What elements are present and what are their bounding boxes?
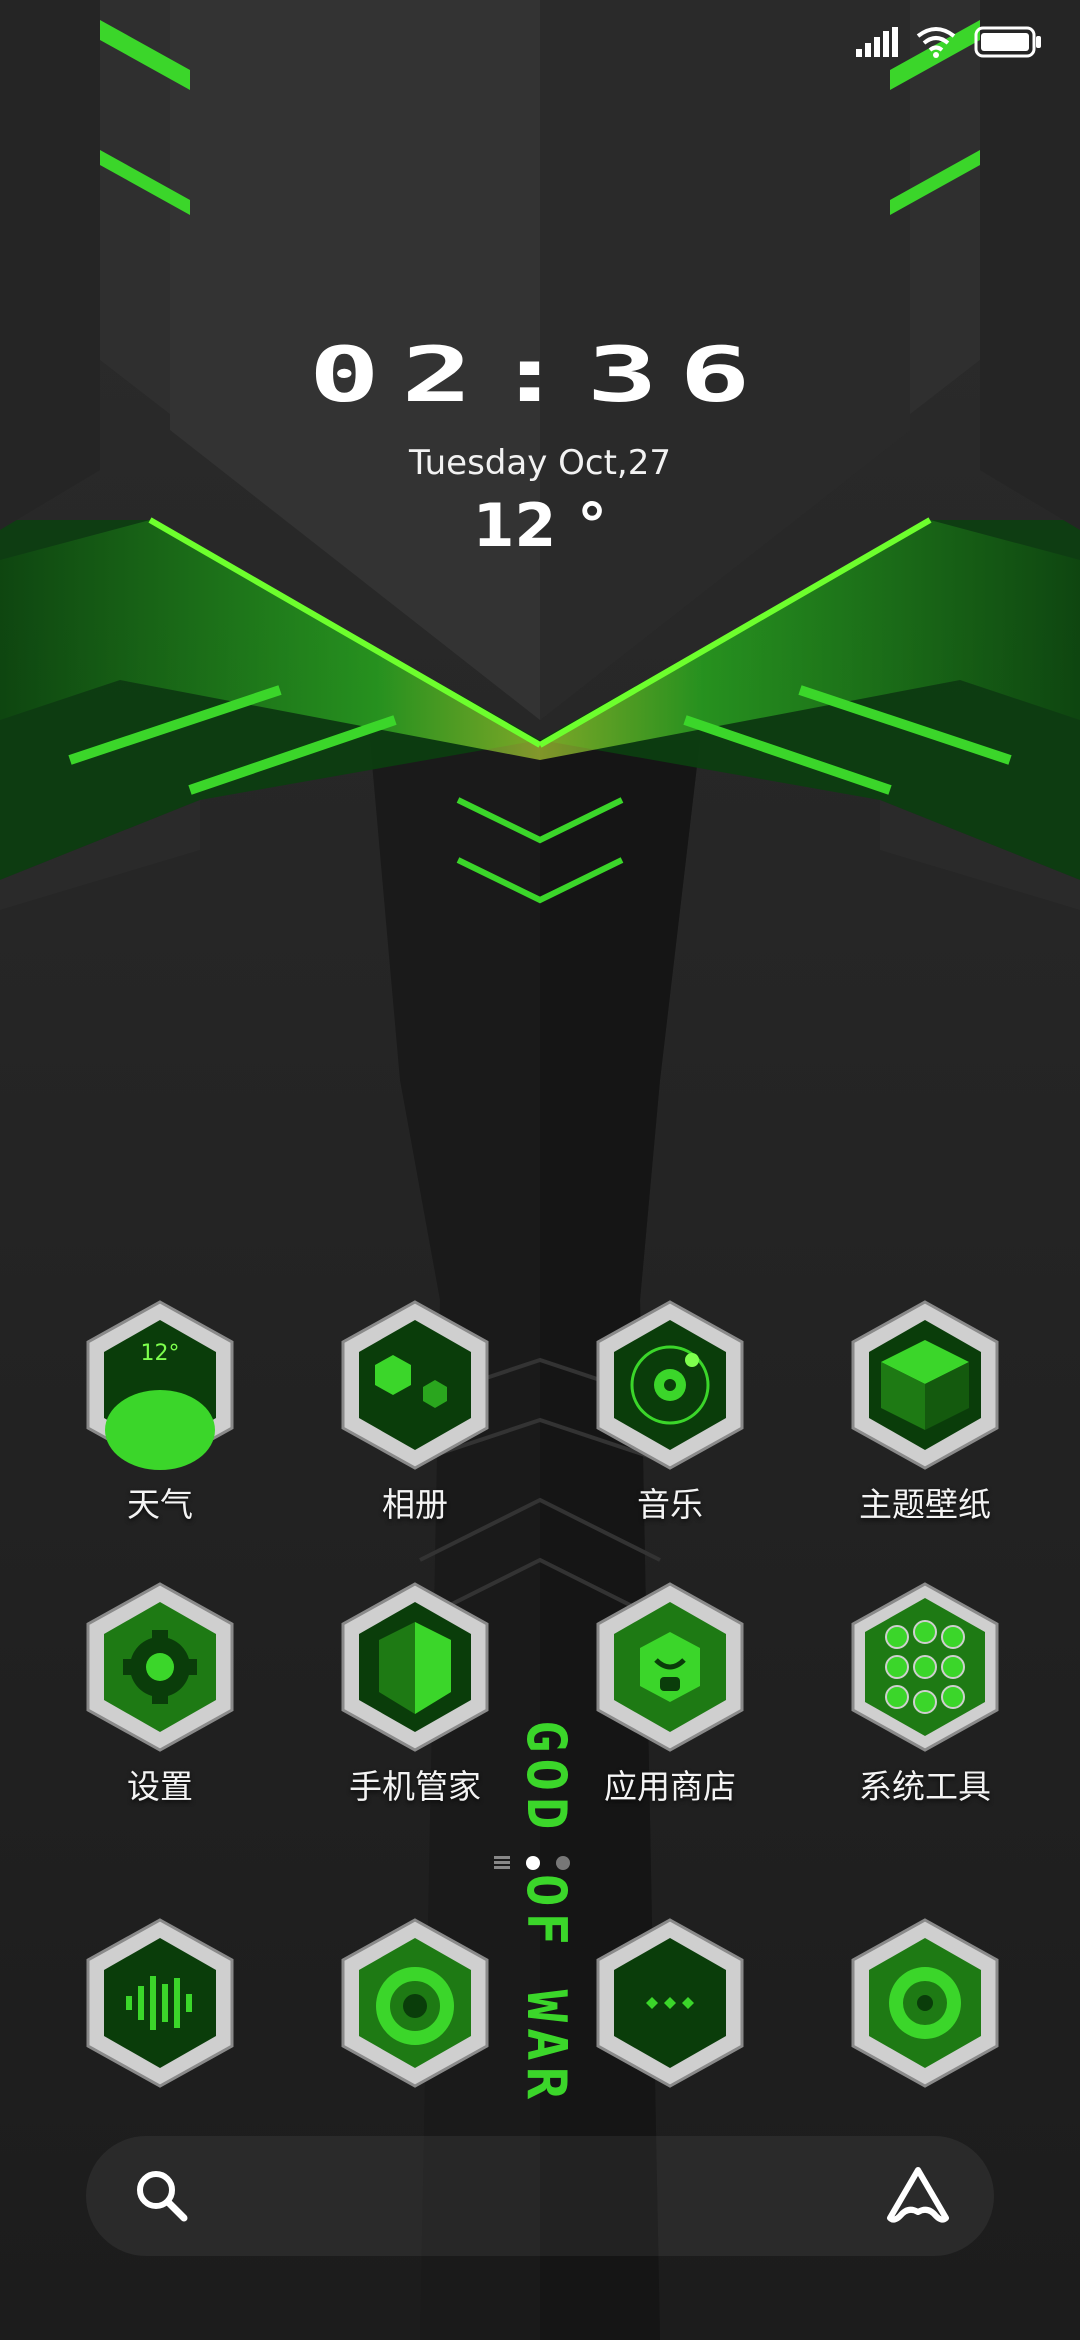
app-label: 应用商店 (604, 1767, 736, 1806)
app-settings[interactable]: 设置 (50, 1582, 270, 1808)
clock-time: 02:36 (308, 330, 772, 419)
folder-system-tools[interactable]: 系统工具 (815, 1582, 1035, 1808)
wifi-icon (916, 27, 956, 58)
camera-icon (851, 1918, 999, 2088)
weather-badge: 12° (141, 1341, 180, 1366)
status-bar (856, 26, 1044, 58)
app-security[interactable]: 手机管家 (305, 1582, 525, 1808)
wallpaper-title-text: GOD OF WAR (515, 1720, 576, 2105)
app-label: 手机管家 (349, 1767, 481, 1806)
weather-icon: 12° (86, 1300, 234, 1470)
app-gallery[interactable]: 相册 (305, 1300, 525, 1526)
tools-folder-icon (851, 1582, 999, 1752)
battery-icon (974, 26, 1041, 58)
clock-widget[interactable]: 02:36 Tuesday Oct,27 12 ° (0, 330, 1080, 561)
app-label: 设置 (127, 1767, 193, 1806)
app-store[interactable]: 应用商店 (560, 1582, 780, 1808)
music-icon (596, 1300, 744, 1470)
app-voice-recorder[interactable] (50, 1918, 270, 2088)
wallpaper-title: GOD OF WAR (515, 1720, 576, 2105)
app-music[interactable]: 音乐 (560, 1300, 780, 1526)
search-icon[interactable] (134, 2168, 190, 2224)
app-messages[interactable] (560, 1918, 780, 2088)
security-icon (341, 1582, 489, 1752)
app-label: 音乐 (637, 1485, 703, 1524)
signal-icon (856, 27, 898, 57)
voice-recorder-icon (86, 1918, 234, 2088)
clock-temperature: 12 ° (472, 491, 608, 561)
app-themes[interactable]: 主题壁纸 (815, 1300, 1035, 1526)
app-label: 系统工具 (859, 1767, 991, 1806)
themes-icon (851, 1300, 999, 1470)
app-label: 主题壁纸 (859, 1485, 991, 1524)
messages-icon (596, 1918, 744, 2088)
app-label: 相册 (382, 1485, 448, 1524)
clock-date: Tuesday Oct,27 (409, 443, 671, 483)
browser-icon (341, 1918, 489, 2088)
app-camera[interactable] (815, 1918, 1035, 2088)
assistant-icon[interactable] (884, 2166, 952, 2226)
gallery-icon (341, 1300, 489, 1470)
app-weather[interactable]: 12° 天气 (50, 1300, 270, 1526)
settings-icon (86, 1582, 234, 1752)
app-browser[interactable] (305, 1918, 525, 2088)
app-store-icon (596, 1582, 744, 1752)
app-label: 天气 (127, 1485, 193, 1524)
